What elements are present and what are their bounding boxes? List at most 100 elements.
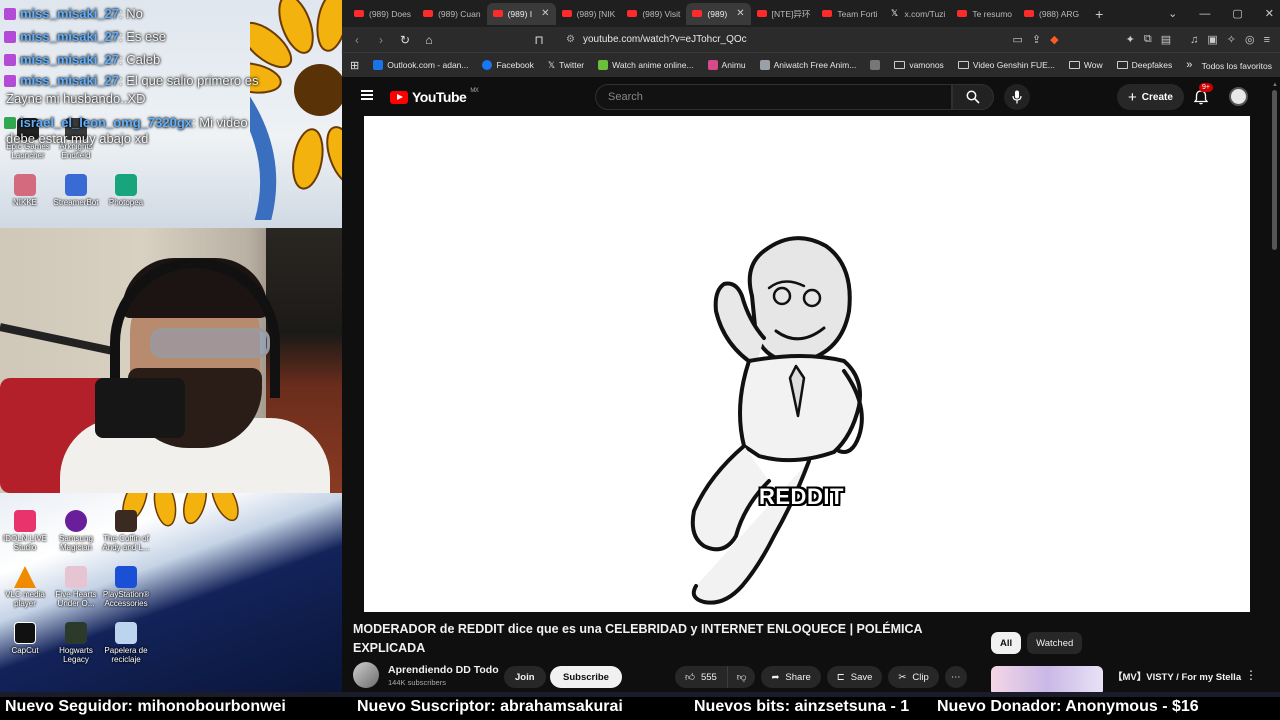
desktop-icon-vlc[interactable]: VLC media player xyxy=(0,566,53,608)
puzzle-icon[interactable]: ⧉ xyxy=(1144,33,1152,46)
guide-menu-icon[interactable] xyxy=(361,90,373,100)
clip-button[interactable]: ✂ Clip xyxy=(888,666,939,688)
site-info-icon[interactable]: ⚙ xyxy=(566,34,575,45)
browser-tab[interactable]: (989) I ✕ xyxy=(486,2,556,25)
desktop-icon-photopea[interactable]: Photopea xyxy=(98,174,154,207)
desktop-icon-recycle-bin[interactable]: Papelera de reciclaje xyxy=(98,622,154,664)
vpn-icon[interactable]: ◎ xyxy=(1245,33,1255,46)
bookmark-twitter[interactable]: 𝕏 Twitter xyxy=(548,60,584,71)
minimize-icon[interactable]: — xyxy=(1199,8,1210,20)
maximize-icon[interactable]: ▢ xyxy=(1232,7,1242,20)
bookmark-animu[interactable]: Animu xyxy=(707,60,746,70)
apps-grid-icon[interactable]: ⊞ xyxy=(350,59,359,72)
search-button[interactable] xyxy=(952,84,994,110)
extension-icon[interactable]: ✦ xyxy=(1126,33,1135,46)
desktop-icon-five-hearts[interactable]: Five Hearts Under O... xyxy=(48,566,104,608)
chip-all[interactable]: All xyxy=(991,632,1022,654)
chat-text-continuation: debe estar muy abajo xd xyxy=(6,131,149,146)
channel-avatar[interactable] xyxy=(353,662,379,688)
close-window-icon[interactable]: ✕ xyxy=(1265,7,1274,20)
recommended-title[interactable]: 【MV】VISTY / For my Stella xyxy=(1113,669,1241,692)
youtube-masthead: YouTube MX Search + Create 9+ xyxy=(342,77,1280,117)
channel-name[interactable]: Aprendiendo DD Todo xyxy=(388,664,499,676)
youtube-logo[interactable]: YouTube MX xyxy=(390,88,479,105)
chip-watched[interactable]: Watched xyxy=(1027,632,1083,654)
bookmark-page-icon[interactable]: ⊓ xyxy=(532,33,546,47)
close-tab-icon[interactable]: ✕ xyxy=(541,8,549,19)
more-actions-button[interactable]: ⋯ xyxy=(944,666,967,688)
capcut-icon xyxy=(14,622,36,644)
video-player[interactable]: REDDIT xyxy=(364,116,1250,612)
chat-username: miss_misaki_27 xyxy=(20,29,120,44)
back-arrow-icon[interactable]: ‹ xyxy=(350,33,364,47)
leo-ai-icon[interactable]: ✧ xyxy=(1227,33,1236,46)
subscribe-button[interactable]: Subscribe xyxy=(550,666,622,688)
chat-text-continuation: Zayne mi husbando..XD xyxy=(6,91,146,106)
url-text[interactable]: youtube.com/watch?v=eJTohcr_QOc xyxy=(583,34,747,45)
wallet-icon[interactable]: ▣ xyxy=(1207,33,1217,46)
browser-tab[interactable]: Team Forti xyxy=(816,3,883,25)
bookmark-folder-deepfakes[interactable]: Deepfakes xyxy=(1116,60,1173,70)
create-button[interactable]: + Create xyxy=(1117,84,1184,110)
reload-icon[interactable]: ↻ xyxy=(398,33,412,47)
address-bar[interactable]: ⚙ youtube.com/watch?v=eJTohcr_QOc xyxy=(556,30,936,50)
new-tab-button[interactable]: + xyxy=(1085,6,1113,22)
browser-tab[interactable]: (989) Cuan xyxy=(417,3,487,25)
bookmark-folder-vamonos[interactable]: vamonos xyxy=(894,60,944,70)
dislike-button[interactable]: 👎︎ xyxy=(726,666,756,688)
bookmark-outlook[interactable]: Outlook.com - adan... xyxy=(373,60,468,70)
account-avatar[interactable] xyxy=(1229,87,1248,106)
bookmark-watch-anime[interactable]: Watch anime online... xyxy=(598,60,694,70)
browser-tab[interactable]: Te resumo xyxy=(951,3,1018,25)
sidebar-icon[interactable]: ▤ xyxy=(1161,33,1171,46)
desktop-icon-streamerbot[interactable]: StreamerBot xyxy=(48,174,104,207)
bookmark-aniwatch[interactable]: Aniwatch Free Anim... xyxy=(759,60,856,70)
tab-search-chevron-icon[interactable]: ⌄ xyxy=(1168,7,1177,20)
browser-tab[interactable]: (989) Visit xyxy=(621,3,686,25)
music-icon[interactable]: ♫ xyxy=(1190,34,1198,46)
home-icon[interactable]: ⌂ xyxy=(422,33,436,47)
menu-icon[interactable]: ≡ xyxy=(1264,34,1270,46)
page-scrollbar[interactable] xyxy=(1272,90,1277,250)
search-input[interactable]: Search xyxy=(595,84,952,110)
browser-tab[interactable]: [NTE]异环 xyxy=(751,3,817,25)
bookmark-facebook[interactable]: Facebook xyxy=(482,60,534,70)
brave-shield-icon[interactable]: ◆ xyxy=(1050,33,1058,46)
bookmarks-overflow-icon[interactable]: » xyxy=(1186,59,1192,71)
close-tab-icon[interactable]: ✕ xyxy=(736,8,744,19)
recommended-video[interactable]: 【MV】VISTY / For my Stella ⋮ xyxy=(991,666,1280,692)
chat-message: miss_misaki_27: El que salio primero es xyxy=(4,71,304,91)
facebook-icon xyxy=(482,60,493,70)
desktop-icon-nikke[interactable]: NIKKE xyxy=(0,174,53,207)
browser-tab[interactable]: 𝕏x.com/Tuzi xyxy=(884,3,952,25)
desktop-icon-samsung-magician[interactable]: Samsung Magician xyxy=(48,510,104,552)
desktop-icon-hogwarts-legacy[interactable]: Hogwarts Legacy xyxy=(48,622,104,664)
voice-search-button[interactable] xyxy=(1004,84,1030,110)
recommended-thumbnail[interactable] xyxy=(991,666,1103,692)
bookmark-folder-wow[interactable]: Wow xyxy=(1068,60,1103,70)
ticker-new-subscriber: Nuevo Suscriptor: abrahamsakurai xyxy=(357,698,623,715)
share-page-icon[interactable]: ⇪ xyxy=(1032,33,1041,46)
bookmark-label: Deepfakes xyxy=(1131,60,1173,70)
desktop-icon-coffin-andy[interactable]: The Coffin of Andy and L... xyxy=(98,510,154,552)
all-bookmarks-button[interactable]: Todos los favoritos xyxy=(1198,53,1272,78)
video-title: MODERADOR de REDDIT dice que es una CELE… xyxy=(353,622,923,655)
desktop-icon-playstation-accessories[interactable]: PlayStation® Accessories xyxy=(98,566,154,608)
browser-tab[interactable]: (988) ARG xyxy=(1018,3,1085,25)
like-button[interactable]: 👍︎ 555 xyxy=(675,666,727,688)
more-vert-icon[interactable]: ⋮ xyxy=(1245,668,1257,682)
cast-icon[interactable]: ▭ xyxy=(1013,33,1023,46)
browser-tab[interactable]: (989) Does xyxy=(348,3,417,25)
desktop-icon-idoln-live[interactable]: IDOLN LIVE Studio xyxy=(0,510,53,552)
bookmark-label: Video Genshin FUE... xyxy=(972,60,1055,70)
browser-tab-current[interactable]: (989) ✕ xyxy=(686,2,751,25)
bookmark-folder-genshin[interactable]: Video Genshin FUE... xyxy=(957,60,1055,70)
bookmark-unnamed[interactable] xyxy=(870,60,881,70)
forward-arrow-icon[interactable]: › xyxy=(374,33,388,47)
join-button[interactable]: Join xyxy=(504,666,546,688)
browser-tab[interactable]: (989) [NIK xyxy=(556,3,622,25)
desktop-icon-capcut[interactable]: CapCut xyxy=(0,622,53,655)
share-button[interactable]: ➦ Share xyxy=(761,666,821,688)
save-button[interactable]: ⊏ Save xyxy=(826,666,883,688)
scroll-up-arrow-icon[interactable]: ▲ xyxy=(1272,82,1278,88)
